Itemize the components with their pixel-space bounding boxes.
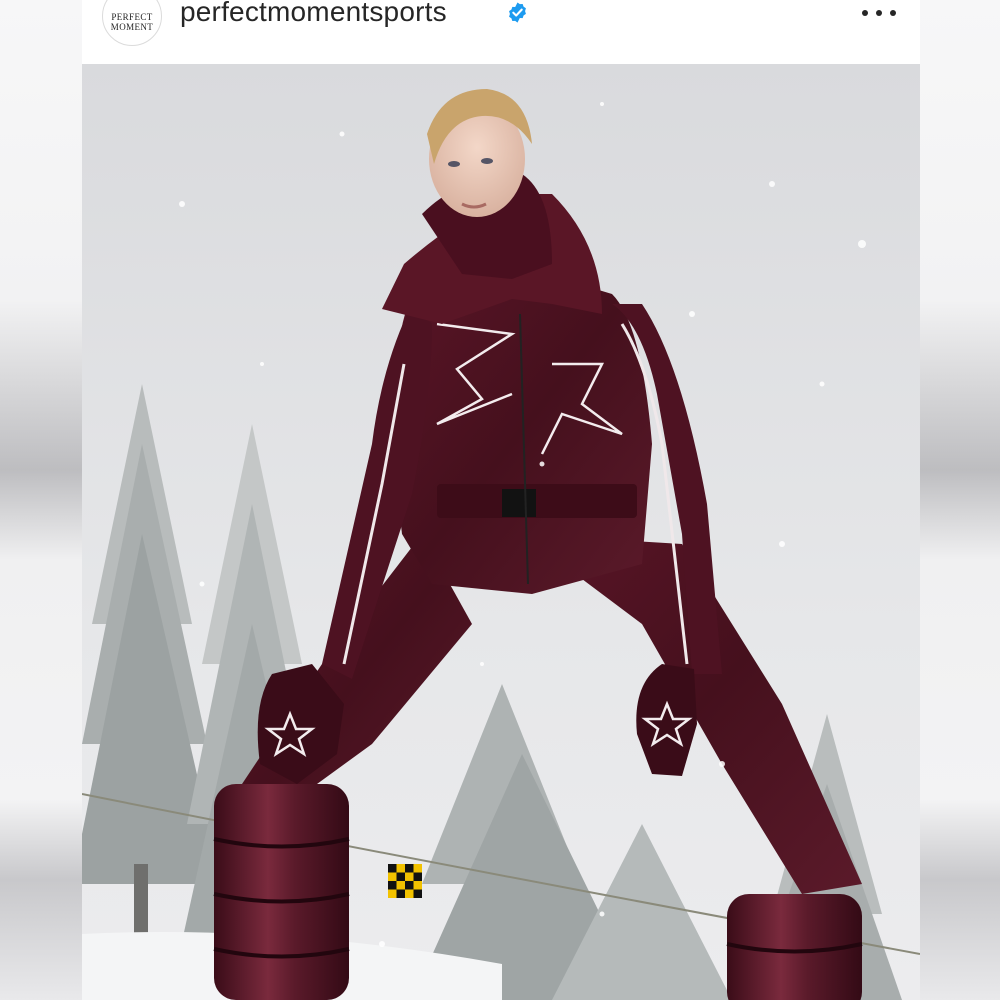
- more-dot: [862, 10, 868, 16]
- left-background-strip: [0, 0, 82, 1000]
- account-username[interactable]: perfectmomentsports: [180, 0, 447, 28]
- avatar-text-line-1: PERFECT: [111, 12, 153, 22]
- avatar-text-line-2: MOMENT: [110, 22, 154, 32]
- more-options-icon[interactable]: [862, 2, 896, 24]
- more-dot: [876, 10, 882, 16]
- verified-badge-icon: [509, 2, 526, 23]
- checkered-flag: [388, 864, 422, 898]
- right-background-strip: [918, 0, 1000, 1000]
- post-photo[interactable]: [82, 64, 920, 1000]
- ski-suit-photo-illustration: [82, 64, 920, 1000]
- profile-avatar[interactable]: PERFECT MOMENT: [102, 0, 162, 46]
- post-header: PERFECT MOMENT perfectmomentsports: [82, 0, 920, 64]
- suit-belt: [437, 484, 637, 518]
- belt-buckle: [502, 489, 536, 517]
- more-dot: [890, 10, 896, 16]
- instagram-post: PERFECT MOMENT perfectmomentsports: [82, 0, 920, 1000]
